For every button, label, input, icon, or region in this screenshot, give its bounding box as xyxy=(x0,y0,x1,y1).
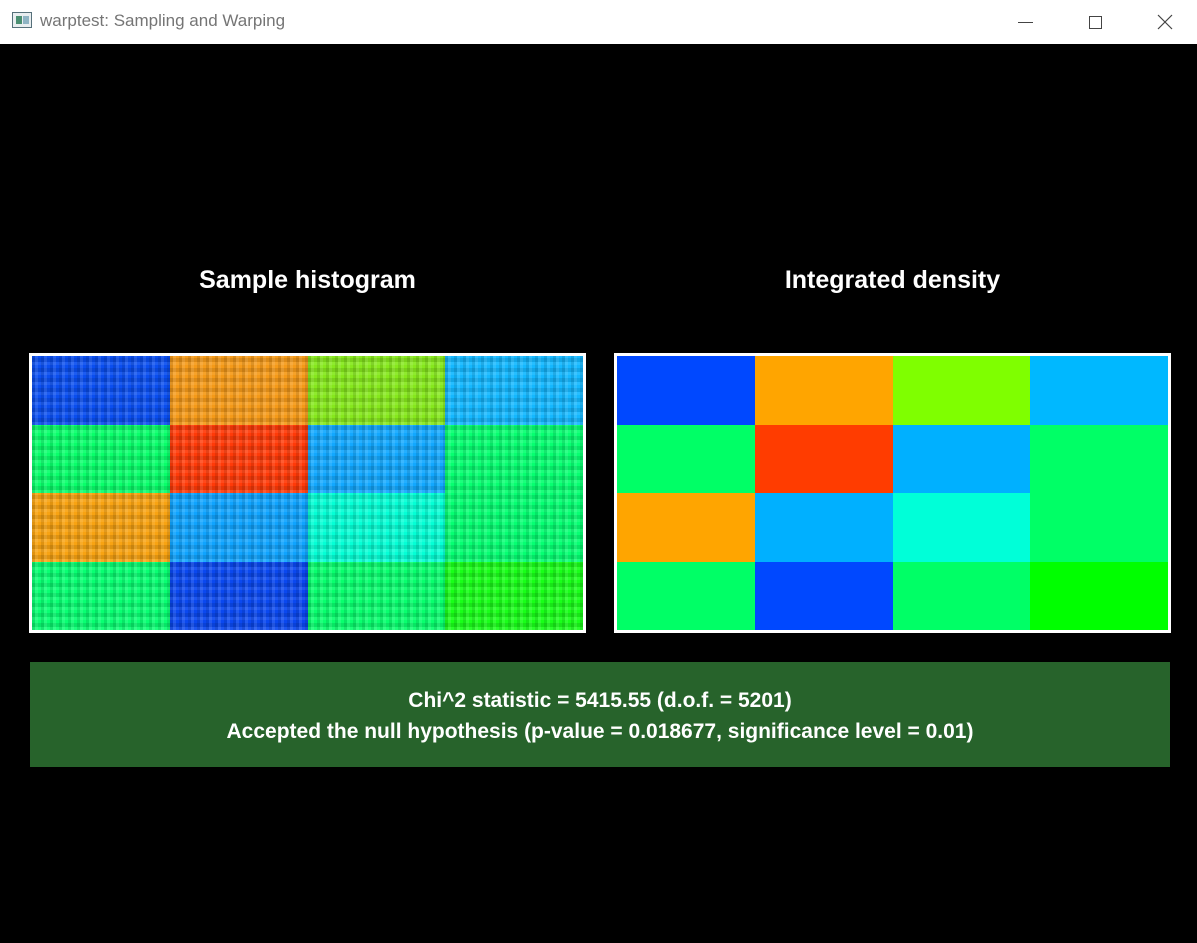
histogram-cell xyxy=(445,561,583,630)
density-cell xyxy=(1030,356,1168,425)
histogram-cell xyxy=(307,561,446,630)
density-cell xyxy=(617,424,755,493)
density-cell xyxy=(892,356,1031,425)
histogram-cell xyxy=(32,493,170,562)
density-cell xyxy=(892,424,1031,493)
histogram-cell xyxy=(32,356,170,425)
histogram-cell xyxy=(32,561,170,630)
density-cell xyxy=(754,356,893,425)
minimize-button[interactable] xyxy=(995,0,1055,44)
density-cell xyxy=(617,356,755,425)
histogram-cell xyxy=(445,493,583,562)
histogram-cell xyxy=(169,561,308,630)
density-cell xyxy=(754,424,893,493)
density-cell xyxy=(892,561,1031,630)
histogram-cell xyxy=(169,356,308,425)
maximize-button[interactable] xyxy=(1065,0,1125,44)
sample-histogram-title: Sample histogram xyxy=(199,266,416,294)
hypothesis-result: Accepted the null hypothesis (p-value = … xyxy=(226,720,974,743)
window-title: warptest: Sampling and Warping xyxy=(40,11,286,30)
density-cell xyxy=(1030,561,1168,630)
density-cell xyxy=(754,561,893,630)
minimize-icon xyxy=(1017,21,1033,23)
density-cell xyxy=(617,493,755,562)
histogram-cell xyxy=(307,493,446,562)
chi-square-statistic: Chi^2 statistic = 5415.55 (d.o.f. = 5201… xyxy=(408,689,792,712)
density-cell xyxy=(617,561,755,630)
app-window-icon xyxy=(12,12,32,28)
histogram-cell xyxy=(307,356,446,425)
integrated-density-plot xyxy=(614,353,1171,633)
histogram-cell xyxy=(445,424,583,493)
histogram-cell xyxy=(445,356,583,425)
density-cell xyxy=(1030,424,1168,493)
histogram-cell xyxy=(307,424,446,493)
title-bar: warptest: Sampling and Warping xyxy=(0,0,1197,44)
histogram-cell xyxy=(169,424,308,493)
close-button[interactable] xyxy=(1135,0,1195,44)
sample-histogram-plot xyxy=(29,353,586,633)
test-result-box: Chi^2 statistic = 5415.55 (d.o.f. = 5201… xyxy=(30,662,1170,767)
maximize-icon xyxy=(1088,15,1102,29)
density-cell xyxy=(754,493,893,562)
integrated-density-title: Integrated density xyxy=(784,266,1001,294)
histogram-cell xyxy=(169,493,308,562)
density-cell xyxy=(892,493,1031,562)
density-cell xyxy=(1030,493,1168,562)
close-icon xyxy=(1157,14,1173,30)
histogram-cell xyxy=(32,424,170,493)
